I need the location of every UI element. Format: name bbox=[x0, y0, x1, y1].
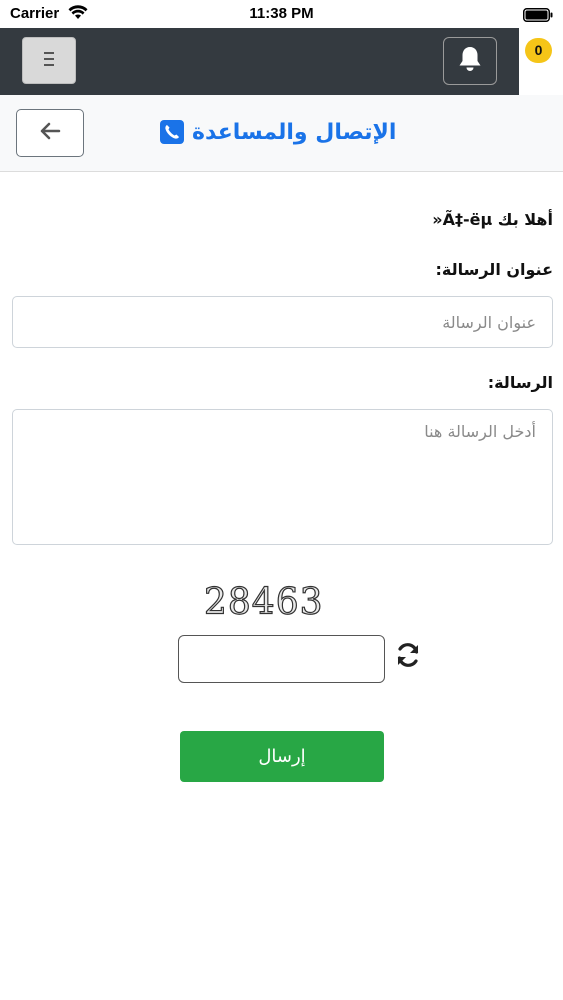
page-header: الإتصال والمساعدة bbox=[0, 95, 563, 172]
hamburger-icon bbox=[42, 49, 56, 73]
arrow-left-icon bbox=[39, 121, 61, 145]
clock: 11:38 PM bbox=[249, 5, 314, 22]
greeting-text: أهلا بك Ã‡-ëµ« bbox=[432, 210, 553, 229]
subject-label: عنوان الرسالة: bbox=[435, 260, 554, 279]
status-bar: Carrier 11:38 PM bbox=[0, 0, 563, 28]
battery-icon bbox=[523, 7, 553, 26]
refresh-icon bbox=[394, 641, 422, 673]
captcha-code: 28463 bbox=[204, 582, 324, 623]
phone-icon bbox=[160, 120, 184, 144]
notifications-button[interactable] bbox=[443, 37, 497, 85]
top-navbar bbox=[0, 28, 519, 95]
bell-icon bbox=[457, 45, 483, 77]
message-textarea[interactable] bbox=[12, 409, 553, 545]
captcha-input[interactable] bbox=[178, 635, 385, 683]
notification-count-badge[interactable]: 0 bbox=[525, 38, 552, 63]
subject-input[interactable] bbox=[12, 296, 553, 348]
submit-button[interactable]: إرسال bbox=[180, 731, 384, 782]
page-title: الإتصال والمساعدة bbox=[192, 119, 397, 145]
captcha-refresh-button[interactable] bbox=[392, 641, 424, 673]
menu-button[interactable] bbox=[22, 37, 76, 84]
captcha-image: 28463 bbox=[203, 581, 324, 623]
back-button[interactable] bbox=[16, 109, 84, 157]
message-label: الرسالة: bbox=[487, 373, 553, 392]
page-title-group: الإتصال والمساعدة bbox=[160, 117, 396, 147]
